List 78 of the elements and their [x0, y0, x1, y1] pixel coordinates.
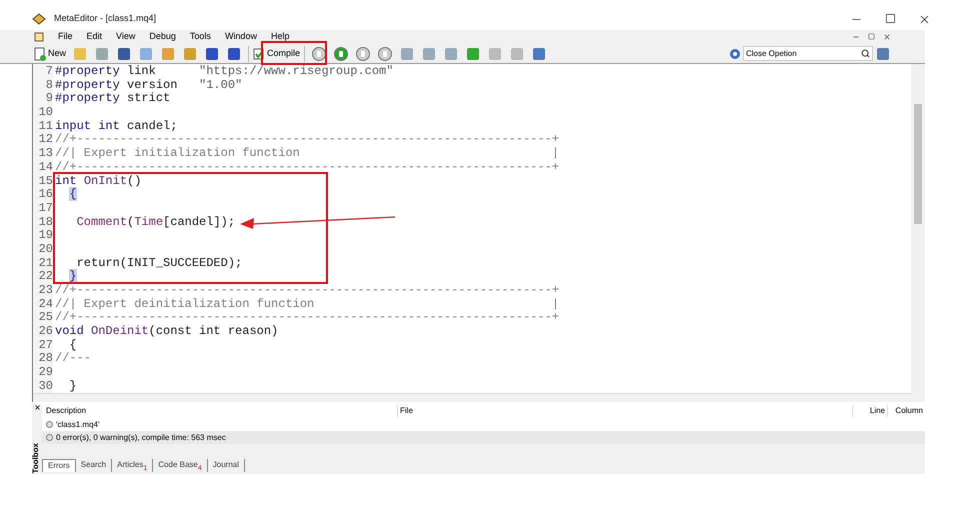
column-header: File: [397, 405, 852, 417]
code-line: return(INIT_SUCCEEDED);: [76, 256, 242, 270]
menu-item[interactable]: Debug: [149, 30, 176, 44]
menu-item[interactable]: View: [116, 30, 136, 44]
restore-icon[interactable]: [885, 12, 896, 24]
code-line: int OnInit(): [54, 174, 142, 188]
line-number: 13: [33, 147, 53, 161]
menu-item[interactable]: Edit: [86, 30, 102, 44]
column-header: Column: [887, 405, 925, 417]
code-line: //| Expert initialization function |: [54, 147, 560, 161]
line-number: 16: [33, 188, 53, 202]
close-icon[interactable]: [34, 404, 40, 411]
round-button-icon[interactable]: [355, 46, 372, 62]
code-line: //| Expert deinitialization function |: [54, 298, 560, 311]
line-number: 23: [33, 284, 53, 298]
line-number: 7: [33, 65, 53, 79]
code-line: //---: [54, 352, 92, 366]
vertical-scrollbar[interactable]: [911, 64, 925, 402]
line-number: 25: [33, 311, 53, 326]
code-line: input int candel;: [54, 120, 178, 133]
horizontal-scrollbar[interactable]: [33, 393, 911, 402]
code-line: #property version "1.00": [54, 78, 242, 92]
highlight-box: [261, 41, 327, 65]
toolbox-tab[interactable]: Journal: [208, 459, 246, 472]
search-icon[interactable]: [861, 49, 870, 58]
line-number: 22: [33, 270, 53, 284]
line-number: 9: [33, 92, 53, 106]
line-number: 29: [33, 366, 53, 380]
code-line: //+------------------------------------------------------------------+: [54, 284, 560, 298]
menu-item[interactable]: Tools: [190, 30, 211, 44]
document-icon: [34, 32, 44, 42]
message-text: 'class1.mq4': [56, 418, 100, 430]
round-button-icon[interactable]: [311, 46, 328, 62]
menu-item[interactable]: Window: [224, 30, 257, 44]
code-line: //+------------------------------------------------------------------+: [54, 311, 560, 325]
line-number: 12: [33, 133, 53, 148]
line-number: 26: [33, 325, 53, 339]
new-file-icon: [34, 46, 46, 60]
code-line: #property strict: [54, 92, 170, 106]
line-number: 14: [33, 160, 53, 174]
line-number: 19: [33, 229, 53, 243]
app-logo-icon: [32, 13, 46, 25]
line-number: 21: [33, 256, 53, 270]
line-number: 8: [33, 78, 53, 92]
toolbox-tab[interactable]: Search: [76, 459, 112, 472]
code-line: //+------------------------------------------------------------------+: [54, 160, 560, 174]
message-text: 0 error(s), 0 warning(s), compile time: 563 msec: [56, 432, 226, 444]
round-button-icon[interactable]: [377, 46, 394, 62]
round-button-icon[interactable]: [333, 46, 350, 62]
gear-icon: [729, 48, 741, 60]
toolbox-label: Toolbox: [32, 443, 41, 474]
code-line: #property link "https://www.risegroup.com": [54, 65, 394, 79]
menu-item[interactable]: Help: [270, 30, 290, 44]
line-number: 24: [33, 298, 53, 312]
line-number: 28: [33, 352, 53, 366]
code-line: void OnDeinit(const int reason): [54, 325, 278, 339]
window-title: MetaEditor - [class1.mq4]: [54, 12, 156, 26]
line-number: 18: [33, 216, 53, 230]
line-number: 10: [33, 106, 53, 120]
line-number: 30: [33, 380, 53, 393]
code-line: {: [68, 338, 77, 352]
column-header: Line: [852, 405, 887, 417]
line-number: 27: [33, 338, 53, 352]
close-icon[interactable]: [883, 33, 891, 41]
menu-item[interactable]: File: [58, 30, 73, 44]
new-button[interactable]: New: [34, 46, 66, 60]
compile-button[interactable]: Compile: [248, 46, 306, 62]
code-line: Comment(Time[candel]);: [76, 216, 236, 230]
line-number: 15: [33, 174, 53, 188]
code-line: }: [68, 380, 77, 393]
toolbox-tab[interactable]: Errors: [42, 459, 76, 472]
line-number: 17: [33, 202, 53, 216]
search-field[interactable]: Close Opetion: [743, 46, 873, 61]
scrollbar-thumb[interactable]: [914, 104, 922, 224]
line-number: 20: [33, 242, 53, 257]
line-number: 11: [33, 120, 53, 134]
column-header: Description: [45, 405, 88, 417]
code-line: //+------------------------------------------------------------------+: [54, 133, 560, 147]
